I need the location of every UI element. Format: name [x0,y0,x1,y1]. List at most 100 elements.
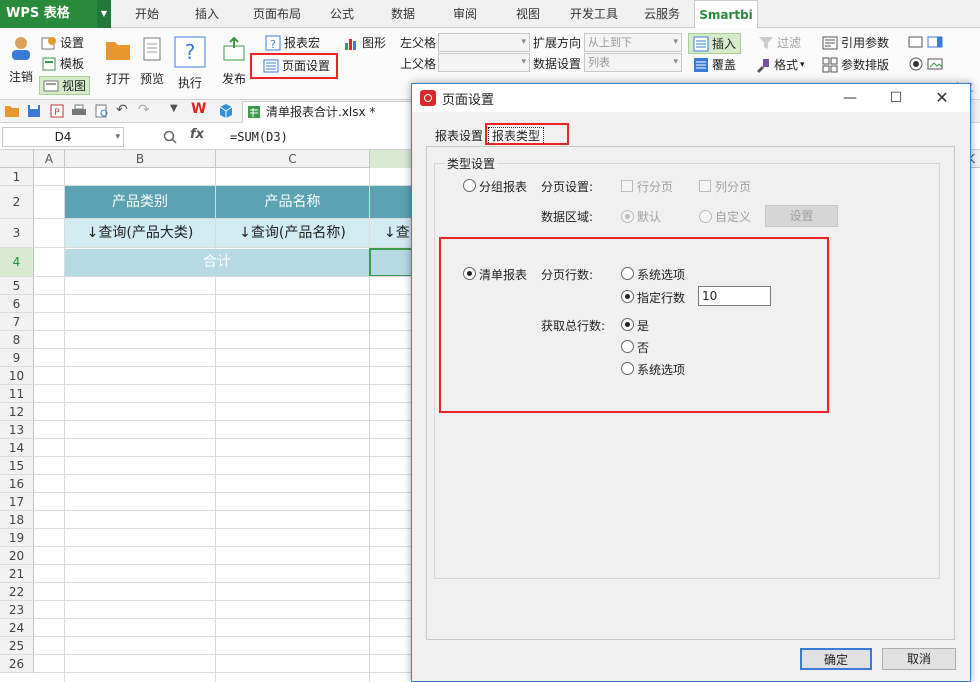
header-cell-product-name[interactable]: 产品名称 [216,186,369,218]
tab-developer[interactable]: 开发工具 [563,0,625,28]
tab-view[interactable]: 视图 [503,0,553,28]
chart-button[interactable]: 图形 [343,34,386,51]
header-cell-category[interactable]: 产品类别 [65,186,215,218]
save-icon[interactable] [27,104,41,118]
row-header-23[interactable]: 23 [0,601,34,619]
minimize-icon[interactable]: — [830,86,870,110]
tab-data[interactable]: 数据 [378,0,428,28]
customize-dropdown-icon[interactable]: ▼ [170,103,178,114]
row-header-4[interactable]: 4 [0,248,34,277]
maximize-icon[interactable]: ☐ [876,86,916,110]
execute-button[interactable]: ? 执行 [174,36,206,91]
cube-icon[interactable] [218,103,234,119]
column-header-b[interactable]: B [65,150,216,168]
query-cell-d[interactable]: ↓查 [370,219,414,248]
row-page-checkbox[interactable] [621,180,633,192]
tab-insert[interactable]: 插入 [182,0,232,28]
row-header-16[interactable]: 16 [0,475,34,493]
tab-page-layout[interactable]: 页面布局 [245,0,309,28]
selected-cell-d4[interactable] [369,248,414,277]
redo-icon[interactable]: ↷ [138,102,150,118]
insert-button[interactable]: 插入 [688,33,742,54]
ref-param-button[interactable]: 引用参数 [822,34,889,51]
row-header-8[interactable]: 8 [0,331,34,349]
app-menu-dropdown-icon[interactable]: ▼ [97,0,111,28]
row-header-10[interactable]: 10 [0,367,34,385]
wps-logo-icon[interactable]: W [191,101,206,117]
row-header-2[interactable]: 2 [0,186,34,219]
zoom-icon[interactable] [163,130,177,144]
row-header-7[interactable]: 7 [0,313,34,331]
close-icon[interactable]: ✕ [922,86,962,110]
row-header-18[interactable]: 18 [0,511,34,529]
name-box-dropdown-icon[interactable]: ▾ [115,128,120,146]
control-buttons-row2[interactable] [908,56,946,72]
row-header-19[interactable]: 19 [0,529,34,547]
view-button[interactable]: 视图 [39,76,91,95]
query-cell-product-name[interactable]: ↓查询(产品名称) [216,219,369,248]
cancel-button[interactable]: 取消 [882,648,956,670]
tab-cloud[interactable]: 云服务 [635,0,689,28]
document-tab[interactable]: 清单报表合计.xlsx * [242,101,412,123]
ok-button[interactable]: 确定 [800,648,872,670]
expand-dir-combo[interactable]: 从上到下 [584,33,682,52]
row-header-14[interactable]: 14 [0,439,34,457]
publish-button[interactable]: 发布 [218,36,250,87]
report-macro-button[interactable]: ? 报表宏 [265,34,320,51]
row-header-15[interactable]: 15 [0,457,34,475]
fx-icon[interactable]: fx [190,127,204,142]
data-area-custom-radio[interactable] [699,210,712,223]
preview-button[interactable]: 预览 [137,36,167,87]
logout-button[interactable]: 注销 [6,34,36,85]
overwrite-button[interactable]: 覆盖 [693,56,736,73]
row-header-9[interactable]: 9 [0,349,34,367]
format-button[interactable]: 格式 ▾ [755,56,805,73]
row-header-12[interactable]: 12 [0,403,34,421]
row-header-6[interactable]: 6 [0,295,34,313]
pdf-export-icon[interactable]: P [50,104,64,118]
column-header-c[interactable]: C [216,150,370,168]
row-header-13[interactable]: 13 [0,421,34,439]
data-setting-combo[interactable]: 列表 [584,53,682,72]
query-cell-category[interactable]: ↓查询(产品大类) [65,219,215,248]
open-button[interactable]: 打开 [103,36,133,87]
name-box[interactable]: D4 ▾ [2,127,124,147]
select-all-corner[interactable] [0,150,34,168]
row-header-25[interactable]: 25 [0,637,34,655]
settings-button[interactable]: 设置 [41,34,84,51]
row-header-11[interactable]: 11 [0,385,34,403]
row-header-3[interactable]: 3 [0,219,34,248]
row-header-1[interactable]: 1 [0,168,34,186]
setup-button[interactable]: 设置 [765,205,838,227]
tab-review[interactable]: 审阅 [440,0,490,28]
column-header-d[interactable] [370,150,414,168]
data-area-default-radio[interactable] [621,210,634,223]
print-icon[interactable] [71,104,87,118]
total-cell[interactable]: 合计 [65,249,369,276]
col-page-checkbox[interactable] [699,180,711,192]
row-header-20[interactable]: 20 [0,547,34,565]
row-header-5[interactable]: 5 [0,277,34,295]
row-header-24[interactable]: 24 [0,619,34,637]
app-menu-button[interactable]: WPS 表格 ▼ [0,0,111,28]
print-preview-icon[interactable] [95,104,109,118]
column-header-a[interactable]: A [34,150,65,168]
row-header-26[interactable]: 26 [0,655,34,673]
undo-icon[interactable]: ↶ [116,102,128,118]
tab-smartbi[interactable]: Smartbi [694,0,758,29]
formula-input[interactable]: =SUM(D3) [230,127,288,147]
row-header-17[interactable]: 17 [0,493,34,511]
param-layout-button[interactable]: 参数排版 [822,56,889,73]
tab-report-settings[interactable]: 报表设置 [432,128,486,146]
tab-formula[interactable]: 公式 [318,0,366,28]
filter-button[interactable]: 过滤 [758,34,801,51]
tab-home[interactable]: 开始 [122,0,172,28]
control-buttons-row1[interactable] [908,34,946,50]
open-folder-icon[interactable] [4,104,20,118]
template-button[interactable]: 模板 [41,55,84,72]
top-parent-combo[interactable] [438,53,530,72]
grouped-report-radio[interactable] [463,179,476,192]
row-header-21[interactable]: 21 [0,565,34,583]
row-header-22[interactable]: 22 [0,583,34,601]
header-cell-d[interactable] [370,186,414,218]
